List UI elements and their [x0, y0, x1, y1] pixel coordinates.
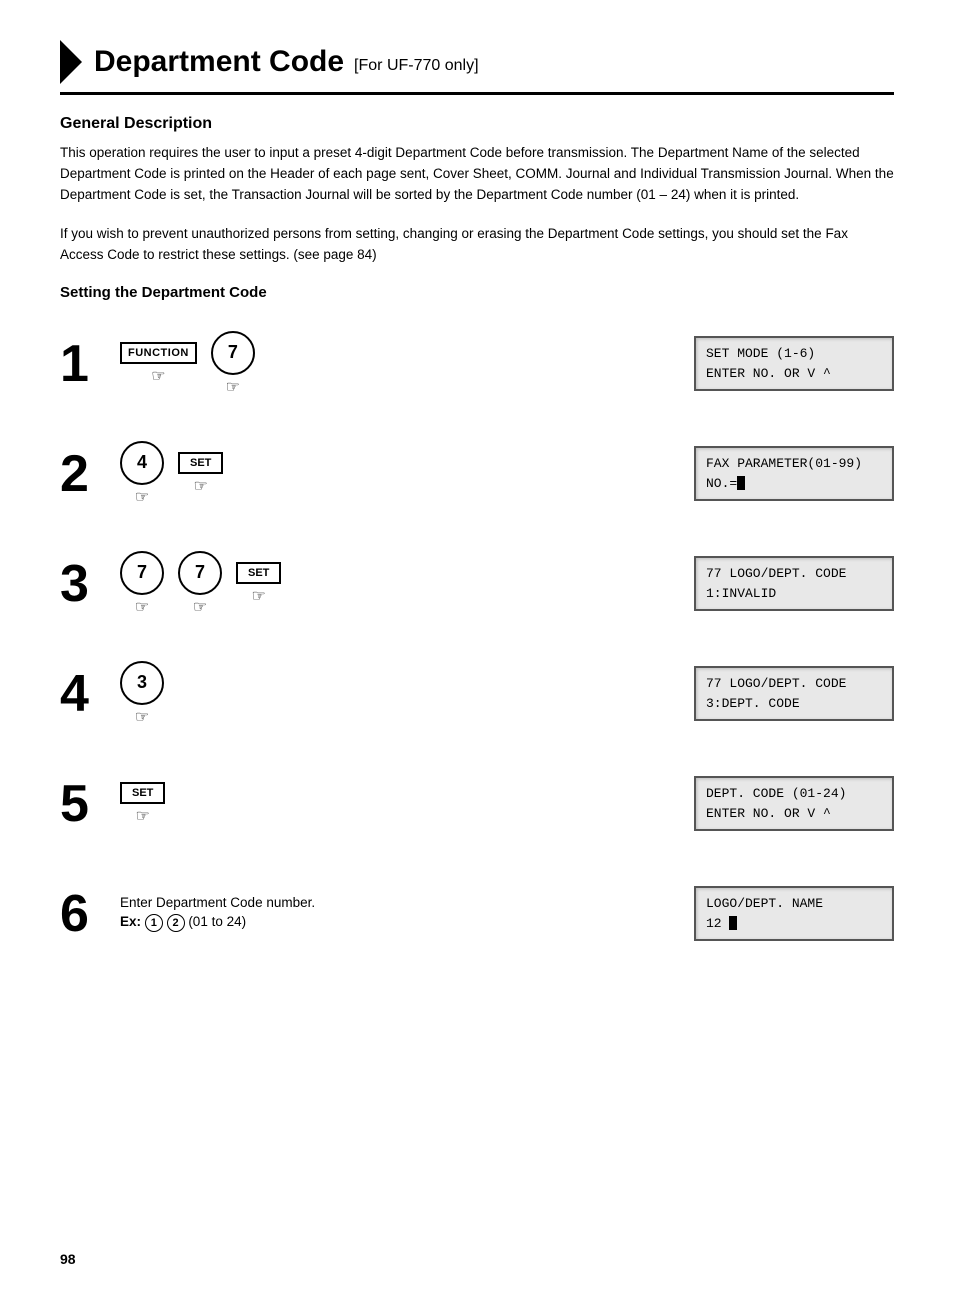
- step-6-row: 6 Enter Department Code number. Ex: 1 2 …: [60, 869, 894, 959]
- step-4-action: 3 ☞: [120, 661, 694, 727]
- lcd-2-line2: NO.=: [706, 474, 882, 494]
- function-key-group: FUNCTION ☞: [120, 342, 197, 386]
- key-7-group-3: 7 ☞: [178, 551, 222, 617]
- finger-icon-5: ☞: [135, 597, 149, 617]
- set-key-group-5: SET ☞: [120, 782, 165, 826]
- step-4-screen: 77 LOGO/DEPT. CODE 3:DEPT. CODE: [694, 666, 894, 721]
- lcd-3-line2: 1:INVALID: [706, 584, 882, 604]
- finger-icon-9: ☞: [136, 806, 150, 826]
- key-7-group-1: 7 ☞: [211, 331, 255, 397]
- step-2-action: 4 ☞ SET ☞: [120, 441, 694, 507]
- steps-container: 1 FUNCTION ☞ 7 ☞ SET MODE (1-6) ENTER NO…: [60, 319, 894, 969]
- finger-icon-2: ☞: [226, 377, 240, 397]
- general-description-heading: General Description: [60, 115, 894, 133]
- step-3-row: 3 7 ☞ 7 ☞ SET ☞ 77 LOGO/DEPT. CODE 1:INV…: [60, 539, 894, 629]
- finger-icon-3: ☞: [135, 487, 149, 507]
- step-5-action: SET ☞: [120, 782, 694, 826]
- lcd-4-line2: 3:DEPT. CODE: [706, 694, 882, 714]
- step-3-action: 7 ☞ 7 ☞ SET ☞: [120, 551, 694, 617]
- page-title: Department Code: [94, 45, 344, 79]
- lcd-2: FAX PARAMETER(01-99) NO.=: [694, 446, 894, 501]
- step-5-number: 5: [60, 778, 120, 830]
- key-7-btn-1[interactable]: 7: [211, 331, 255, 375]
- lcd-1-line1: SET MODE (1-6): [706, 344, 882, 364]
- finger-icon-4: ☞: [194, 476, 208, 496]
- cursor-6: [729, 916, 737, 930]
- lcd-5-line2: ENTER NO. OR V ^: [706, 804, 882, 824]
- lcd-1-line2: ENTER NO. OR V ^: [706, 364, 882, 384]
- set-key-3[interactable]: SET: [236, 562, 281, 584]
- cursor-2: [737, 476, 745, 490]
- lcd-3: 77 LOGO/DEPT. CODE 1:INVALID: [694, 556, 894, 611]
- step-1-screen: SET MODE (1-6) ENTER NO. OR V ^: [694, 336, 894, 391]
- key-4-group: 4 ☞: [120, 441, 164, 507]
- lcd-3-line1: 77 LOGO/DEPT. CODE: [706, 564, 882, 584]
- lcd-6-line1: LOGO/DEPT. NAME: [706, 894, 882, 914]
- finger-icon-1: ☞: [151, 366, 165, 386]
- step-6-screen: LOGO/DEPT. NAME 12: [694, 886, 894, 941]
- step-5-row: 5 SET ☞ DEPT. CODE (01-24) ENTER NO. OR …: [60, 759, 894, 849]
- step-6-number: 6: [60, 888, 120, 940]
- example-num-1: 1: [145, 914, 163, 932]
- example-label: Ex:: [120, 914, 141, 929]
- step-2-number: 2: [60, 448, 120, 500]
- finger-icon-7: ☞: [252, 586, 266, 606]
- set-key-group-2: SET ☞: [178, 452, 223, 496]
- step-1-action: FUNCTION ☞ 7 ☞: [120, 331, 694, 397]
- example-num-2: 2: [167, 914, 185, 932]
- description-text-1: This operation requires the user to inpu…: [60, 143, 894, 206]
- lcd-2-line1: FAX PARAMETER(01-99): [706, 454, 882, 474]
- step-2-screen: FAX PARAMETER(01-99) NO.=: [694, 446, 894, 501]
- step-2-row: 2 4 ☞ SET ☞ FAX PARAMETER(01-99) NO.=: [60, 429, 894, 519]
- step-3-number: 3: [60, 558, 120, 610]
- set-key-2[interactable]: SET: [178, 452, 223, 474]
- header-arrow-icon: [60, 40, 82, 84]
- key-7-btn-3[interactable]: 7: [178, 551, 222, 595]
- setting-heading: Setting the Department Code: [60, 284, 894, 301]
- finger-icon-6: ☞: [193, 597, 207, 617]
- lcd-5-line1: DEPT. CODE (01-24): [706, 784, 882, 804]
- lcd-4: 77 LOGO/DEPT. CODE 3:DEPT. CODE: [694, 666, 894, 721]
- step-1-number: 1: [60, 338, 120, 390]
- finger-icon-8: ☞: [135, 707, 149, 727]
- description-text-2: If you wish to prevent unauthorized pers…: [60, 224, 894, 266]
- step-6-instruction: Enter Department Code number.: [120, 895, 315, 910]
- lcd-1: SET MODE (1-6) ENTER NO. OR V ^: [694, 336, 894, 391]
- key-3-btn[interactable]: 3: [120, 661, 164, 705]
- step-4-number: 4: [60, 668, 120, 720]
- key-7-btn-2[interactable]: 7: [120, 551, 164, 595]
- step-4-row: 4 3 ☞ 77 LOGO/DEPT. CODE 3:DEPT. CODE: [60, 649, 894, 739]
- lcd-6: LOGO/DEPT. NAME 12: [694, 886, 894, 941]
- step-6-example: Ex: 1 2 (01 to 24): [120, 914, 315, 932]
- page-number: 98: [60, 1251, 76, 1267]
- step-6-action: Enter Department Code number. Ex: 1 2 (0…: [120, 895, 694, 932]
- step-1-row: 1 FUNCTION ☞ 7 ☞ SET MODE (1-6) ENTER NO…: [60, 319, 894, 409]
- example-range: (01 to 24): [188, 914, 246, 929]
- step-6-content: Enter Department Code number. Ex: 1 2 (0…: [120, 895, 315, 932]
- lcd-5: DEPT. CODE (01-24) ENTER NO. OR V ^: [694, 776, 894, 831]
- key-7-group-2: 7 ☞: [120, 551, 164, 617]
- step-5-screen: DEPT. CODE (01-24) ENTER NO. OR V ^: [694, 776, 894, 831]
- key-3-group: 3 ☞: [120, 661, 164, 727]
- lcd-4-line1: 77 LOGO/DEPT. CODE: [706, 674, 882, 694]
- key-4-btn[interactable]: 4: [120, 441, 164, 485]
- function-key[interactable]: FUNCTION: [120, 342, 197, 364]
- page-subtitle: [For UF-770 only]: [354, 57, 478, 75]
- lcd-6-line2: 12: [706, 914, 882, 934]
- step-3-screen: 77 LOGO/DEPT. CODE 1:INVALID: [694, 556, 894, 611]
- set-key-5[interactable]: SET: [120, 782, 165, 804]
- page-header: Department Code [For UF-770 only]: [60, 40, 894, 95]
- set-key-group-3: SET ☞: [236, 562, 281, 606]
